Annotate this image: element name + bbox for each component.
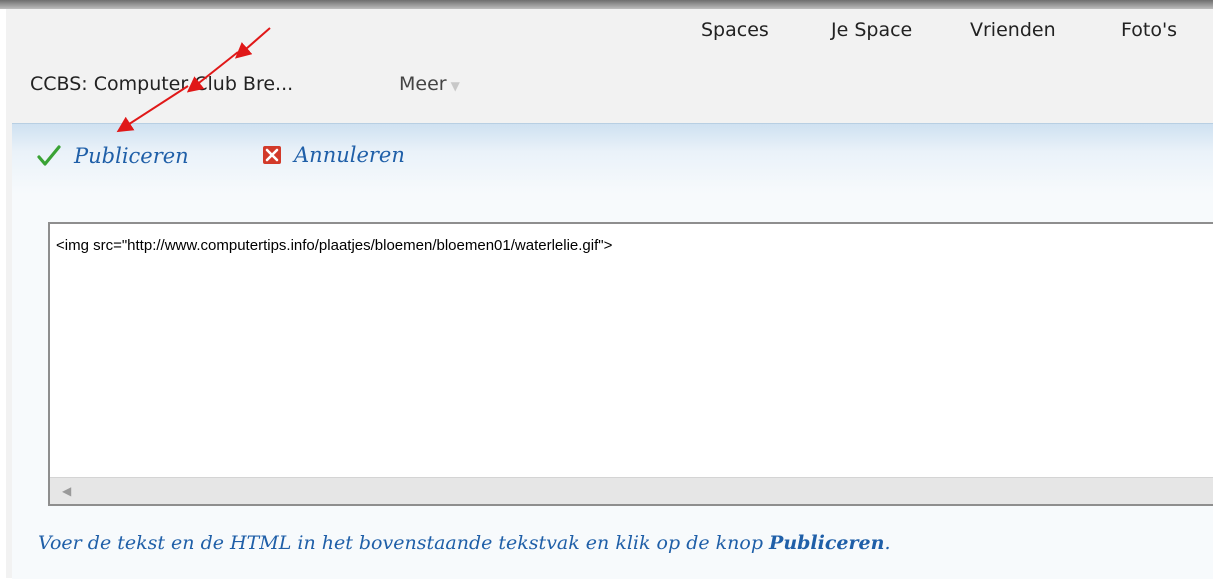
nav-link-je-space[interactable]: Je Space [831, 19, 912, 41]
publish-button[interactable]: Publiceren [36, 143, 189, 169]
html-content: <img src="http://www.computertips.info/p… [56, 237, 613, 254]
more-menu-label: Meer [399, 73, 447, 95]
nav-link-spaces[interactable]: Spaces [701, 19, 769, 41]
cancel-button[interactable]: Annuleren [262, 143, 405, 167]
instruction-text: Voer de tekst en de HTML in het bovensta… [38, 532, 890, 554]
space-title-link[interactable]: CCBS: Computer Club Bre... [30, 73, 293, 95]
cancel-label: Annuleren [294, 143, 405, 167]
instruction-period: . [884, 532, 891, 554]
checkmark-icon [37, 145, 61, 166]
more-menu-button[interactable]: Meer ▼ [399, 73, 460, 95]
nav-link-vrienden[interactable]: Vrienden [970, 19, 1056, 41]
page: Spaces Je Space Vrienden Foto's CCBS: Co… [6, 9, 1213, 579]
horizontal-scrollbar[interactable]: ◀ [50, 477, 1213, 504]
close-icon [263, 146, 281, 164]
publish-label: Publiceren [74, 144, 189, 168]
scroll-left-arrow-icon[interactable]: ◀ [62, 484, 72, 498]
instruction-text-main: Voer de tekst en de HTML in het bovensta… [38, 532, 770, 554]
html-textarea[interactable]: <img src="http://www.computertips.info/p… [48, 222, 1213, 506]
instruction-publish-word: Publiceren [769, 532, 885, 554]
chevron-down-icon: ▼ [450, 79, 460, 93]
top-navigation: Spaces Je Space Vrienden Foto's [6, 19, 1213, 59]
window-top-edge [0, 0, 1213, 9]
html-editor-panel: Publiceren Annuleren <img src="http://ww… [12, 123, 1213, 579]
nav-link-fotos[interactable]: Foto's [1121, 19, 1177, 41]
